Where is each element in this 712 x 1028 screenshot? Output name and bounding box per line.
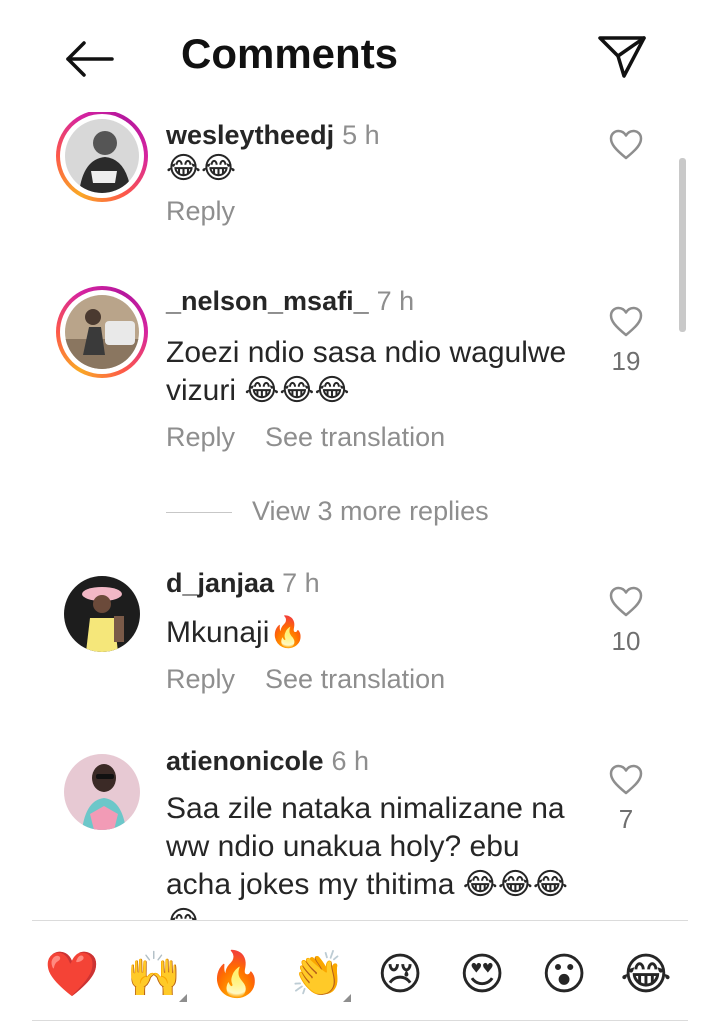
comment-username[interactable]: d_janjaa 7 h (166, 568, 320, 599)
comment-text: Mkunaji🔥 (166, 616, 307, 649)
emoji-heart-button[interactable]: ❤️ (43, 946, 101, 1004)
user-photo (65, 119, 139, 193)
comment-actions: Reply See translation (166, 664, 445, 695)
comment-username[interactable]: _nelson_msafi_ 7 h (166, 286, 414, 317)
comment-text: Zoezi ndio sasa ndio wagulwe vizuri 😂😂😂 (166, 336, 567, 407)
like-count: 7 (618, 804, 634, 834)
arrow-left-icon (66, 41, 114, 77)
emoji-crying-button[interactable]: 😢 (371, 946, 429, 1004)
divider (32, 920, 688, 921)
user-photo (64, 576, 140, 652)
emoji-reaction-bar: ❤️ 🙌 🔥 👏 😢 😍 😮 😂 (0, 920, 712, 1028)
emoji-heart-eyes-button[interactable]: 😍 (453, 946, 511, 1004)
comment-text: 😂😂 (166, 152, 237, 185)
emoji-surprised-button[interactable]: 😮 (535, 946, 593, 1004)
divider (32, 1020, 688, 1021)
see-translation-button[interactable]: See translation (265, 664, 445, 694)
like-button[interactable] (609, 764, 643, 796)
reply-button[interactable]: Reply (166, 664, 235, 694)
comment-username[interactable]: wesleytheedj 5 h (166, 120, 380, 151)
clapping-hands-icon: 👏 (290, 950, 346, 999)
paper-plane-icon (598, 36, 646, 78)
comments-list[interactable]: wesleytheedj 5 h 😂😂 Reply _nelson_msafi_… (0, 112, 712, 920)
emoji-raised-hands-button[interactable]: 🙌 (125, 946, 187, 1004)
share-button[interactable] (594, 30, 650, 82)
avatar[interactable] (64, 754, 140, 830)
divider (166, 512, 232, 514)
like-count: 19 (611, 346, 641, 376)
comment-actions: Reply See translation (166, 422, 445, 453)
comment-text: Saa zile nataka nimalizane na ww ndio un… (166, 792, 568, 920)
skin-tone-indicator (343, 994, 351, 1002)
comment-username[interactable]: atienonicole 6 h (166, 746, 369, 777)
heart-icon (609, 764, 643, 795)
emoji-fire-button[interactable]: 🔥 (207, 946, 265, 1004)
raised-hands-icon: 🙌 (126, 950, 182, 999)
comment-time: 6 h (331, 746, 370, 776)
comment-time: 7 h (282, 568, 320, 598)
user-photo (65, 295, 139, 369)
comment-time: 7 h (376, 286, 415, 316)
see-translation-button[interactable]: See translation (265, 422, 445, 452)
heart-icon (609, 129, 643, 160)
reply-button[interactable]: Reply (166, 196, 235, 226)
header: Comments (0, 0, 712, 112)
comment-actions: Reply (166, 196, 235, 227)
comment-time: 5 h (342, 120, 380, 150)
view-more-replies-button[interactable]: View 3 more replies (166, 496, 489, 527)
avatar[interactable] (56, 112, 148, 202)
skin-tone-indicator (179, 994, 187, 1002)
emoji-clap-button[interactable]: 👏 (289, 946, 351, 1004)
heart-icon (609, 586, 643, 617)
reply-button[interactable]: Reply (166, 422, 235, 452)
heart-icon (609, 306, 643, 337)
like-count: 10 (611, 626, 641, 656)
emoji-laughing-button[interactable]: 😂 (617, 946, 675, 1004)
user-photo (64, 754, 140, 830)
like-button[interactable] (609, 586, 643, 618)
avatar[interactable] (56, 286, 148, 378)
page-title: Comments (181, 30, 399, 77)
like-button[interactable] (609, 306, 643, 338)
back-button[interactable] (56, 34, 120, 84)
avatar[interactable] (64, 576, 140, 652)
scrollbar[interactable] (679, 158, 686, 332)
like-button[interactable] (609, 129, 643, 161)
